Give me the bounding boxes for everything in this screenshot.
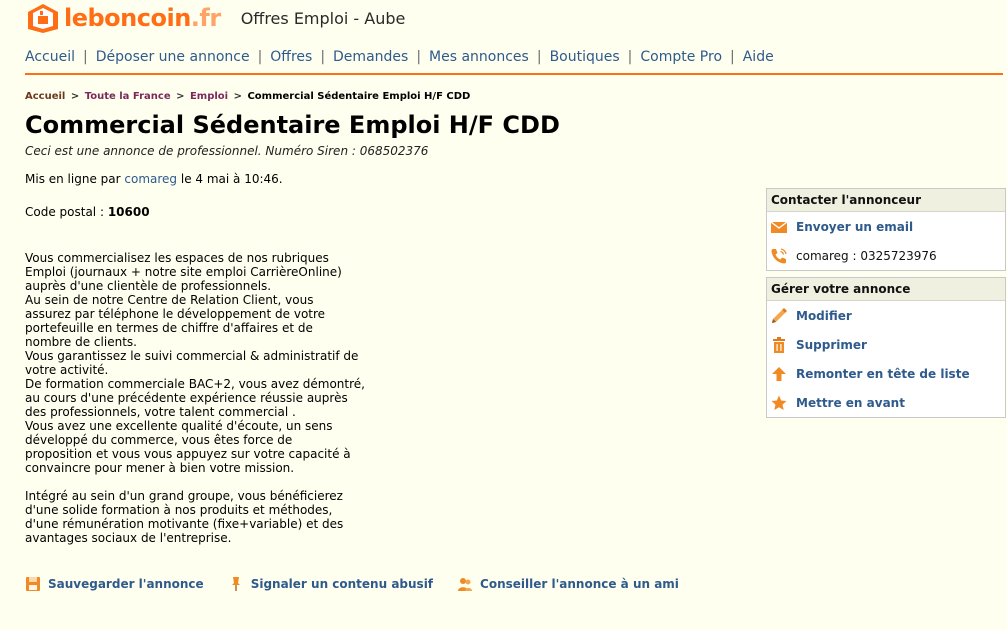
ad-title: Commercial Sédentaire Emploi H/F CDD: [25, 111, 560, 139]
nav-item-aide[interactable]: Aide: [743, 49, 774, 65]
breadcrumb-toute-la-france[interactable]: Toute la France: [85, 91, 171, 102]
logo-text: leboncoin.fr: [64, 4, 221, 32]
trash-icon: [773, 336, 785, 353]
delete-link[interactable]: Supprimer: [796, 338, 867, 352]
description-paragraph: Vous commercialisez les espaces de nos r…: [25, 251, 365, 475]
nav-item-offres[interactable]: Offres: [270, 49, 312, 65]
posted-info: Mis en ligne par comareg le 4 mai à 10:4…: [25, 172, 283, 186]
page-subtitle: Offres Emploi - Aube: [240, 9, 406, 28]
floppy-icon: [26, 577, 40, 591]
logo-icon: [28, 4, 58, 33]
nav-item-demandes[interactable]: Demandes: [333, 49, 408, 65]
ad-description: Vous commercialisez les espaces de nos r…: [25, 251, 385, 545]
site-header: leboncoin.fr Offres Emploi - Aube: [26, 0, 405, 36]
save-ad-button[interactable]: Sauvegarder l'annonce: [25, 576, 204, 592]
phone-row: comareg : 0325723976: [767, 241, 1005, 270]
description-paragraph: Intégré au sein d'un grand groupe, vous …: [25, 489, 344, 545]
nav-divider: [25, 73, 1003, 75]
site-logo[interactable]: leboncoin.fr: [26, 2, 221, 34]
nav-separator: |: [536, 49, 542, 65]
nav-separator: |: [730, 49, 735, 65]
pro-note: Ceci est une annonce de professionnel. N…: [25, 144, 429, 158]
modify-row[interactable]: Modifier: [767, 301, 1005, 330]
postal-code: 10600: [107, 205, 150, 219]
star-icon: [771, 395, 787, 410]
bottom-actions: Sauvegarder l'annonce Signaler un conten…: [25, 576, 703, 592]
breadcrumb-emploi[interactable]: Emploi: [190, 91, 228, 102]
phone-icon: [771, 247, 787, 263]
nav-item-compte-pro[interactable]: Compte Pro: [640, 49, 722, 65]
posted-prefix: Mis en ligne par: [25, 172, 121, 186]
contact-box-title: Contacter l'annonceur: [767, 189, 1005, 212]
nav-item-boutiques[interactable]: Boutiques: [550, 49, 620, 65]
send-email-row[interactable]: Envoyer un email: [767, 212, 1005, 241]
report-abuse-label: Signaler un contenu abusif: [250, 577, 434, 591]
arrow-up-icon: [772, 366, 786, 381]
feature-row[interactable]: Mettre en avant: [767, 388, 1005, 417]
breadcrumb-separator: >: [176, 91, 185, 102]
postal-code-row: Code postal : 10600: [25, 205, 150, 219]
posted-date: le 4 mai à 10:46.: [180, 172, 283, 186]
pencil-icon: [772, 307, 787, 323]
contact-box: Contacter l'annonceur Envoyer un email c…: [766, 188, 1006, 271]
envelope-icon: [770, 220, 788, 233]
breadcrumb: Accueil > Toute la France > Emploi > Com…: [25, 91, 470, 102]
modify-link[interactable]: Modifier: [796, 309, 852, 323]
manage-box-title: Gérer votre annonce: [767, 278, 1005, 301]
nav-item-mes-annonces[interactable]: Mes annonces: [429, 49, 529, 65]
postal-label: Code postal :: [25, 205, 104, 219]
pin-icon: [231, 577, 240, 591]
manage-box: Gérer votre annonce Modifier Supprimer R…: [766, 277, 1006, 418]
delete-row[interactable]: Supprimer: [767, 330, 1005, 359]
author-link[interactable]: comareg: [124, 172, 177, 186]
bump-row[interactable]: Remonter en tête de liste: [767, 359, 1005, 388]
feature-link[interactable]: Mettre en avant: [796, 396, 905, 410]
breadcrumb-separator: >: [233, 91, 242, 102]
nav-item-accueil[interactable]: Accueil: [25, 49, 75, 65]
nav-separator: |: [416, 49, 422, 65]
send-email-link[interactable]: Envoyer un email: [796, 220, 913, 234]
nav-separator: |: [257, 49, 263, 65]
nav-separator: |: [320, 49, 326, 65]
main-nav: Accueil | Déposer une annonce | Offres |…: [25, 47, 774, 67]
breadcrumb-separator: >: [70, 91, 80, 102]
report-abuse-button[interactable]: Signaler un contenu abusif: [228, 576, 433, 592]
nav-item-deposer-annonce[interactable]: Déposer une annonce: [96, 49, 250, 65]
bump-link[interactable]: Remonter en tête de liste: [796, 367, 970, 381]
nav-separator: |: [83, 49, 88, 65]
save-ad-label: Sauvegarder l'annonce: [48, 577, 204, 591]
phone-number: comareg : 0325723976: [796, 248, 937, 263]
share-ad-button[interactable]: Conseiller l'annonce à un ami: [457, 576, 679, 592]
nav-separator: |: [627, 49, 633, 65]
breadcrumb-accueil[interactable]: Accueil: [25, 91, 65, 102]
breadcrumb-current: Commercial Sédentaire Emploi H/F CDD: [247, 91, 471, 102]
share-ad-label: Conseiller l'annonce à un ami: [480, 577, 679, 591]
users-icon: [458, 578, 473, 591]
